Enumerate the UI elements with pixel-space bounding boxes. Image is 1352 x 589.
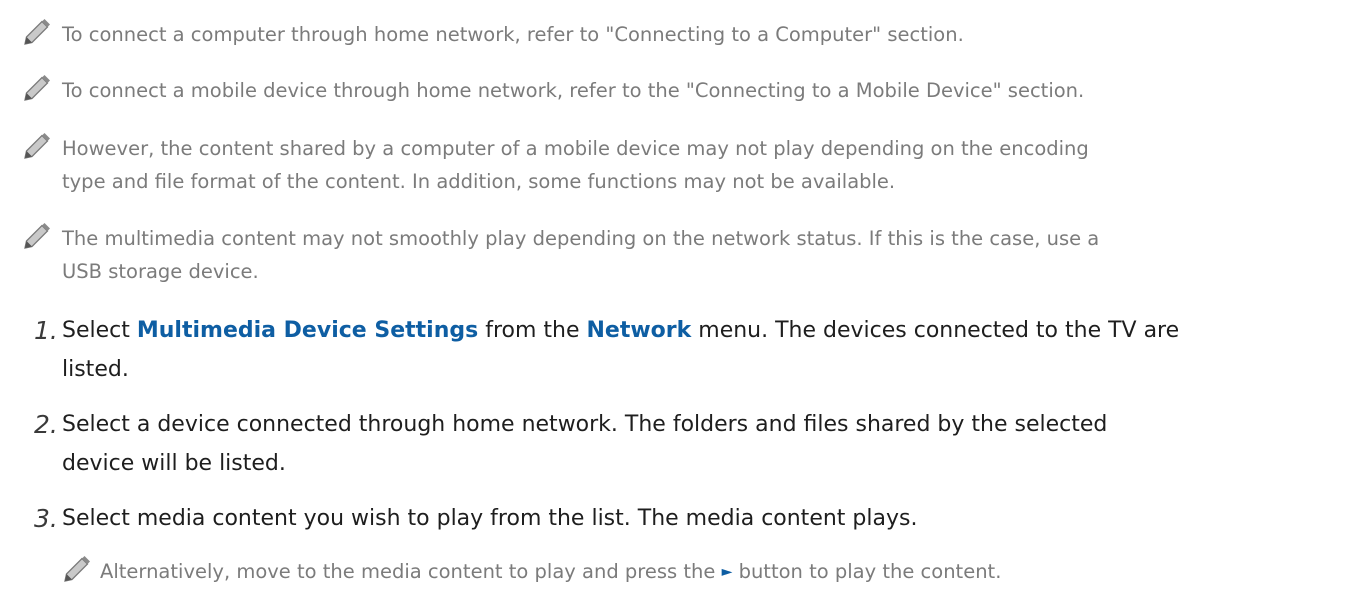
menu-item-reference: Multimedia Device Settings — [136, 318, 479, 343]
step-number: 2. — [34, 410, 58, 439]
pencil-icon — [24, 223, 50, 249]
step-number: 1. — [34, 316, 58, 345]
subnote-text: Alternatively, move to the media content… — [100, 560, 1002, 583]
pencil-icon — [24, 19, 50, 45]
pencil-icon — [64, 556, 90, 582]
note-text: The multimedia content may not smoothly … — [62, 227, 1100, 283]
note-text: However, the content shared by a compute… — [62, 137, 1089, 193]
step-text: Select a device connected through home n… — [62, 412, 1108, 476]
pencil-icon — [24, 75, 50, 101]
document-page: To connect a computer through home netwo… — [0, 0, 1352, 589]
note-text: To connect a mobile device through home … — [62, 79, 1085, 102]
pencil-icon — [24, 133, 50, 159]
step-number: 3. — [34, 504, 58, 533]
step-text: Select media content you wish to play fr… — [62, 506, 918, 531]
play-icon: ► — [721, 564, 733, 580]
menu-reference: Network — [586, 318, 692, 343]
step-text: Select Multimedia Device Settings from t… — [62, 318, 1180, 382]
note-text: To connect a computer through home netwo… — [62, 23, 964, 46]
